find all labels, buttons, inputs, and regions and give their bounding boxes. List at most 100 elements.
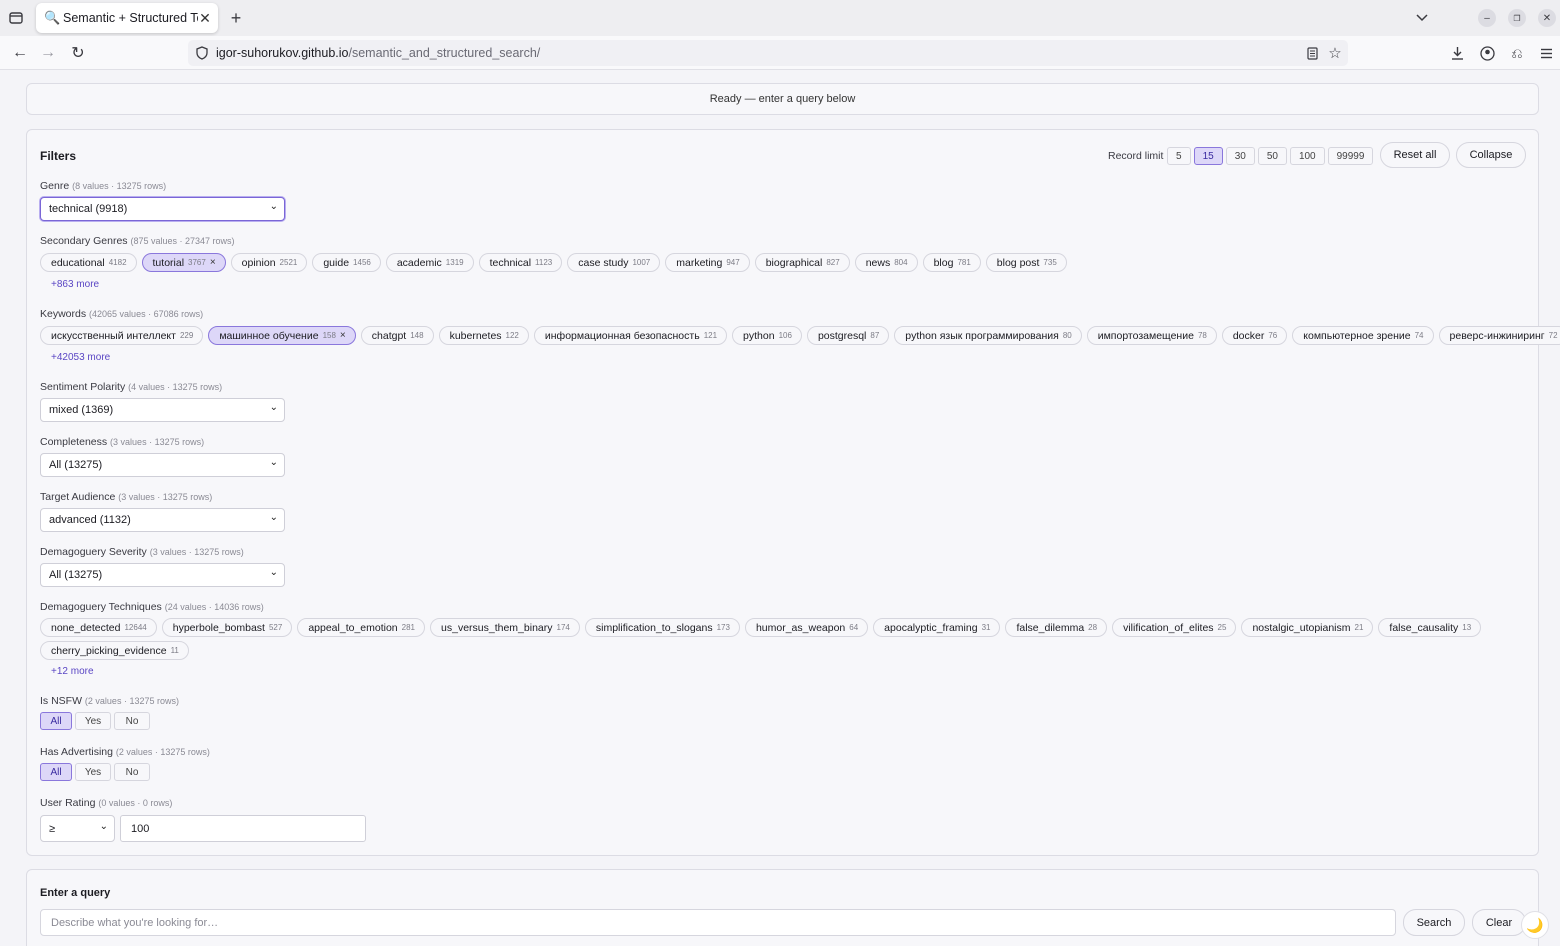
chip-count: 12644 — [124, 623, 147, 632]
collapse-button[interactable]: Collapse — [1456, 142, 1526, 168]
restore-icon[interactable]: ❐ — [1508, 9, 1526, 27]
close-tab-icon[interactable]: ✕ — [198, 10, 212, 27]
address-bar[interactable]: igor-suhorukov.github.io/semantic_and_st… — [188, 40, 1348, 66]
chip-count: 804 — [894, 258, 908, 267]
tab-list-chevron-icon[interactable] — [1412, 8, 1432, 28]
keywords-label: Keywords (42065 values · 67086 rows) — [40, 308, 204, 320]
query-title: Enter a query — [40, 887, 111, 899]
demagoguery-technique-chip[interactable]: us_versus_them_binary 174 — [430, 618, 580, 637]
chip-label: technical — [489, 256, 532, 269]
reset-all-button[interactable]: Reset all — [1380, 142, 1450, 168]
target-audience-select[interactable]: advanced (1132) ⌄ — [40, 508, 285, 532]
record-limit-option[interactable]: 99999 — [1327, 147, 1374, 165]
secondary-genre-chip[interactable]: case study 1007 — [567, 253, 661, 272]
demagoguery-techniques-chips: none_detected 12644 hyperbole_bombast 527 ap… — [40, 618, 1482, 637]
account-icon[interactable] — [1477, 43, 1497, 63]
menu-hamburger-icon[interactable] — [1536, 43, 1556, 63]
reload-icon[interactable]: ↻ — [68, 43, 88, 63]
demagoguery-technique-chip[interactable]: false_causality 13 — [1378, 618, 1482, 637]
demagoguery-technique-chip[interactable]: appeal_to_emotion 281 — [297, 618, 426, 637]
secondary-genre-chip[interactable]: blog 781 — [922, 253, 981, 272]
secondary-genre-chip[interactable]: blog post 735 — [985, 253, 1067, 272]
secondary-genre-chip[interactable]: biographical 827 — [754, 253, 850, 272]
genre-select[interactable]: technical (9918) ⌄ — [40, 197, 285, 221]
secondary-genre-chip[interactable]: news 804 — [854, 253, 918, 272]
advertising-option-all[interactable]: All — [40, 763, 72, 781]
secondary-genre-chip[interactable]: educational 4182 — [40, 253, 137, 272]
download-icon[interactable] — [1447, 43, 1467, 63]
back-arrow-icon[interactable]: ← — [10, 43, 30, 63]
demagoguery-technique-chip[interactable]: nostalgic_utopianism 21 — [1241, 618, 1374, 637]
record-limit-option[interactable]: 50 — [1257, 147, 1287, 165]
chip-count: 3767 — [188, 258, 206, 267]
secondary-genres-more-link[interactable]: +863 more — [51, 279, 99, 290]
secondary-genre-chip[interactable]: academic 1319 — [385, 253, 474, 272]
keyword-chip[interactable]: chatgpt 148 — [360, 326, 434, 345]
keyword-chip[interactable]: python язык программирования 80 — [894, 326, 1082, 345]
secondary-genre-chip[interactable]: technical 1123 — [478, 253, 563, 272]
bookmark-star-icon[interactable]: ☆ — [1326, 44, 1344, 62]
remove-chip-icon[interactable]: × — [210, 257, 216, 268]
demagoguery-technique-chip[interactable]: false_dilemma 28 — [1005, 618, 1108, 637]
reader-view-icon[interactable] — [1304, 45, 1320, 61]
nsfw-option-all[interactable]: All — [40, 712, 72, 730]
demagoguery-severity-select[interactable]: All (13275) ⌄ — [40, 563, 285, 587]
chevron-down-icon: ⌄ — [269, 201, 278, 212]
chip-label: искусственный интеллект — [51, 329, 176, 342]
rating-operator-select[interactable]: ≥ ⌄ — [40, 815, 115, 842]
search-button[interactable]: Search — [1403, 909, 1465, 936]
keyword-chip[interactable]: компьютерное зрение 74 — [1292, 326, 1434, 345]
sentiment-select[interactable]: mixed (1369) ⌄ — [40, 398, 285, 422]
browser-tab-active[interactable]: 🔍 Semantic + Structured Te ✕ — [36, 3, 218, 33]
keyword-chip[interactable]: импортозамещение 78 — [1086, 326, 1217, 345]
advertising-option-yes[interactable]: Yes — [75, 763, 111, 781]
secondary-genre-chip[interactable]: tutorial 3767 × — [141, 253, 226, 272]
demagoguery-technique-chip[interactable]: hyperbole_bombast 527 — [161, 618, 293, 637]
chip-count: 527 — [268, 623, 283, 632]
rating-value-input[interactable]: 100 — [120, 815, 366, 842]
demagoguery-technique-chip[interactable]: vilification_of_elites 25 — [1112, 618, 1237, 637]
chip-label: blog post — [996, 256, 1040, 269]
keywords-more-link[interactable]: +42053 more — [51, 352, 110, 363]
extensions-icon[interactable]: ⎌ — [1507, 43, 1527, 63]
filters-panel: Filters Record limit 5 15 30 50 100 99999 Res… — [26, 129, 1560, 856]
keyword-chip[interactable]: kubernetes 122 — [438, 326, 529, 345]
nsfw-option-no[interactable]: No — [114, 712, 150, 730]
demagoguery-technique-chip[interactable]: simplification_to_slogans 173 — [584, 618, 740, 637]
tab-overview-icon[interactable] — [6, 9, 26, 27]
close-window-icon[interactable]: ✕ — [1538, 9, 1556, 27]
query-input[interactable]: Describe what you're looking for… — [40, 909, 1396, 936]
nsfw-option-yes[interactable]: Yes — [75, 712, 111, 730]
demagoguery-techniques-more-link[interactable]: +12 more — [51, 666, 94, 677]
minimize-icon[interactable]: – — [1478, 9, 1496, 27]
keyword-chip[interactable]: машинное обучение 158 × — [208, 326, 356, 345]
completeness-select[interactable]: All (13275) ⌄ — [40, 453, 285, 477]
new-tab-icon[interactable]: + — [226, 8, 246, 28]
forward-arrow-icon[interactable]: → — [38, 43, 58, 63]
demagoguery-technique-chip[interactable]: apocalyptic_framing 31 — [873, 618, 1001, 637]
record-limit-option[interactable]: 100 — [1289, 147, 1325, 165]
demagoguery-technique-chip[interactable]: cherry_picking_evidence 11 — [40, 641, 189, 660]
secondary-genre-chip[interactable]: marketing 947 — [665, 253, 750, 272]
record-limit-option[interactable]: 15 — [1193, 147, 1223, 165]
keyword-chip[interactable]: python 106 — [732, 326, 802, 345]
status-text: Ready — enter a query below — [709, 93, 856, 105]
clear-button[interactable]: Clear — [1472, 909, 1526, 936]
advertising-option-no[interactable]: No — [114, 763, 150, 781]
keyword-chip[interactable]: искусственный интеллект 229 — [40, 326, 204, 345]
keyword-chip[interactable]: информационная безопасность 121 — [533, 326, 728, 345]
secondary-genre-chip[interactable]: opinion 2521 — [230, 253, 308, 272]
record-limit-option[interactable]: 30 — [1225, 147, 1255, 165]
secondary-genre-chip[interactable]: guide 1456 — [312, 253, 381, 272]
record-limit-option[interactable]: 5 — [1167, 147, 1191, 165]
demagoguery-technique-chip[interactable]: none_detected 12644 — [40, 618, 157, 637]
keyword-chip[interactable]: docker 76 — [1221, 326, 1288, 345]
keyword-chip[interactable]: postgresql 87 — [806, 326, 890, 345]
keyword-chip[interactable]: реверс-инжиниринг 72 — [1438, 326, 1560, 345]
dark-mode-moon-icon[interactable]: 🌙 — [1521, 911, 1549, 939]
chip-count: 148 — [410, 331, 424, 340]
nsfw-label: Is NSFW (2 values · 13275 rows) — [40, 695, 179, 707]
demagoguery-technique-chip[interactable]: humor_as_weapon 64 — [744, 618, 869, 637]
chip-label: chatgpt — [371, 329, 407, 342]
remove-chip-icon[interactable]: × — [340, 330, 346, 341]
